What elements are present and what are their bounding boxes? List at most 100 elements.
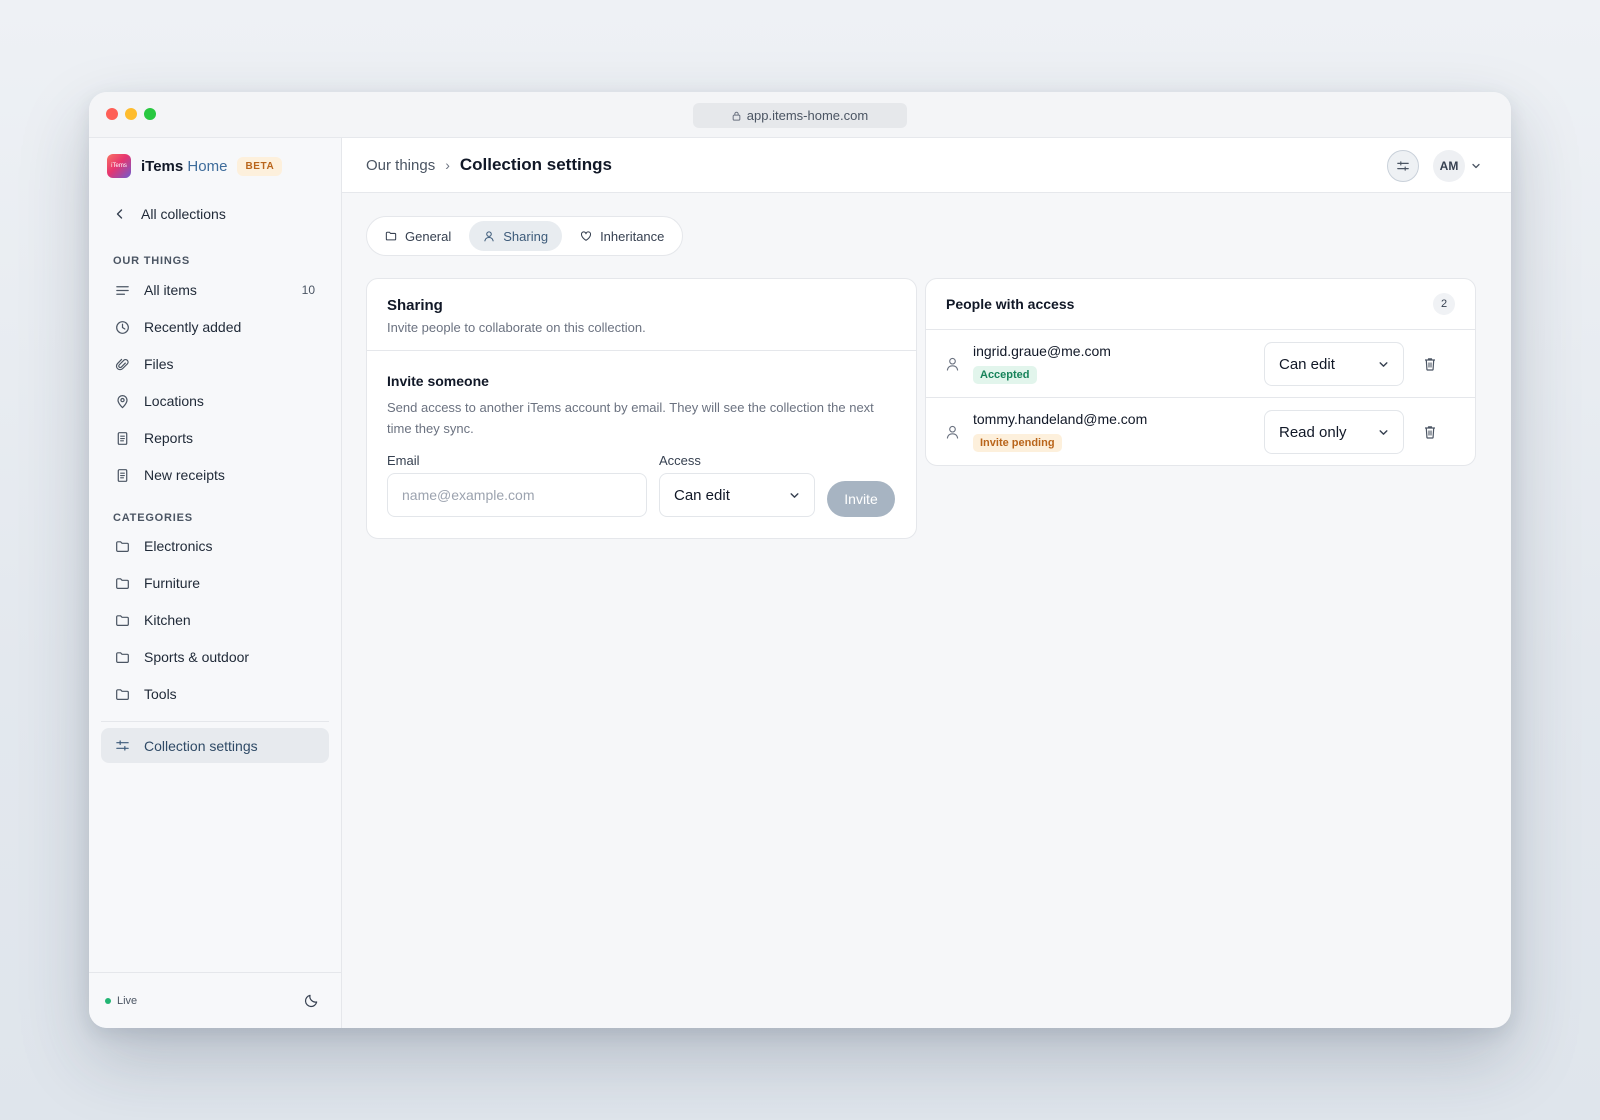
document-icon <box>115 431 130 446</box>
sidebar-item-label: Reports <box>144 430 194 446</box>
app-logo: iTems <box>107 154 131 178</box>
chevron-down-icon <box>1472 163 1480 169</box>
sidebar-item-label: Tools <box>144 686 177 702</box>
invite-form: Email Access Can edit Invite <box>387 453 897 523</box>
item-count: 10 <box>301 283 315 297</box>
tab-label: Sharing <box>503 228 549 244</box>
sharing-subtitle: Invite people to collaborate on this col… <box>387 320 646 335</box>
chevron-down-icon <box>790 492 799 498</box>
sidebar-item-label: All items <box>144 282 197 298</box>
sidebar-item-label: Kitchen <box>144 612 191 628</box>
status-badge: Invite pending <box>973 434 1062 452</box>
sidebar-item-label: New receipts <box>144 467 225 483</box>
brand[interactable]: iTems iTems Home BETA <box>107 154 283 178</box>
brand-name-accent: Home <box>187 157 228 175</box>
sidebar-item-collection-settings[interactable]: Collection settings <box>101 728 329 763</box>
moon-icon[interactable] <box>304 993 319 1008</box>
sidebar-divider <box>101 721 329 722</box>
folder-icon <box>115 687 130 702</box>
top-bar: Our things › Collection settings AM <box>342 138 1511 193</box>
person-access-select[interactable]: Can edit <box>1264 342 1404 386</box>
people-with-access-card: People with access 2 ingrid.graue@me.com… <box>925 278 1476 466</box>
people-title: People with access <box>946 296 1075 312</box>
sidebar-item-electronics[interactable]: Electronics <box>101 529 329 563</box>
sidebar-item-label: Electronics <box>144 538 213 554</box>
trash-icon[interactable] <box>1424 357 1436 371</box>
trash-icon[interactable] <box>1424 425 1436 439</box>
sharing-card-header: Sharing Invite people to collaborate on … <box>367 279 916 351</box>
sidebar-item-new-receipts[interactable]: New receipts <box>101 458 329 492</box>
live-status-label: Live <box>117 994 138 1007</box>
email-field[interactable] <box>387 473 647 517</box>
breadcrumb-separator: › <box>445 157 450 173</box>
sidebar-item-kitchen[interactable]: Kitchen <box>101 603 329 637</box>
sidebar-item-tools[interactable]: Tools <box>101 677 329 711</box>
access-select[interactable]: Can edit <box>659 473 815 517</box>
sliders-icon <box>115 738 130 753</box>
user-icon <box>946 425 959 439</box>
avatar: AM <box>1433 150 1465 182</box>
user-icon <box>946 357 959 371</box>
logo-text: iTems <box>111 163 127 169</box>
sidebar-item-furniture[interactable]: Furniture <box>101 566 329 600</box>
lock-icon <box>732 111 741 121</box>
sidebar-item-recently-added[interactable]: Recently added <box>101 310 329 344</box>
browser-window: app.items-home.com iTems iTems Home BETA… <box>89 92 1511 1028</box>
tab-sharing[interactable]: Sharing <box>469 221 563 251</box>
clock-icon <box>115 320 130 335</box>
list-item: ingrid.graue@me.com Accepted Can edit <box>926 330 1475 398</box>
user-icon <box>484 231 494 242</box>
tab-inheritance[interactable]: Inheritance <box>566 221 678 251</box>
sidebar-item-reports[interactable]: Reports <box>101 421 329 455</box>
folder-icon <box>115 539 130 554</box>
people-count-badge: 2 <box>1433 293 1455 315</box>
person-email: ingrid.graue@me.com <box>973 343 1111 359</box>
account-menu[interactable]: AM <box>1433 150 1481 182</box>
sliders-icon <box>1397 161 1409 171</box>
paperclip-icon <box>115 357 130 372</box>
sidebar-item-all-items[interactable]: All items 10 <box>101 273 329 307</box>
heart-icon <box>581 231 592 241</box>
person-access-select[interactable]: Read only <box>1264 410 1404 454</box>
invite-button[interactable]: Invite <box>827 481 895 517</box>
sidebar-item-files[interactable]: Files <box>101 347 329 381</box>
sidebar-item-label: Locations <box>144 393 204 409</box>
chevron-down-icon <box>1379 361 1388 367</box>
map-pin-icon <box>115 394 130 409</box>
back-to-collections-link[interactable]: All collections <box>114 206 226 222</box>
close-window-button[interactable] <box>106 108 118 120</box>
browser-titlebar: app.items-home.com <box>89 92 1511 138</box>
list-item: tommy.handeland@me.com Invite pending Re… <box>926 398 1475 466</box>
chevron-down-icon <box>1379 429 1388 435</box>
sidebar-item-locations[interactable]: Locations <box>101 384 329 418</box>
sharing-title: Sharing <box>387 297 443 314</box>
folder-icon <box>115 650 130 665</box>
invite-description: Send access to another iTems account by … <box>387 400 874 436</box>
sidebar-item-label: Sports & outdoor <box>144 649 250 665</box>
minimize-window-button[interactable] <box>125 108 137 120</box>
tab-label: General <box>405 228 452 244</box>
access-label: Access <box>659 453 701 468</box>
tab-general[interactable]: General <box>371 221 465 251</box>
chevron-left-icon <box>116 209 123 219</box>
maximize-window-button[interactable] <box>144 108 156 120</box>
main-content: Our things › Collection settings AM Gene… <box>342 138 1511 1028</box>
access-select-value: Can edit <box>674 486 730 504</box>
sidebar-footer: Live <box>89 972 341 1028</box>
live-status: Live <box>105 995 137 1007</box>
settings-toggle-button[interactable] <box>1387 150 1419 182</box>
breadcrumb-parent-link[interactable]: Our things <box>366 157 435 174</box>
live-status-dot <box>105 997 111 1004</box>
folder-icon <box>385 231 397 241</box>
folder-icon <box>115 613 130 628</box>
brand-name: iTems Home <box>141 158 227 175</box>
receipt-icon <box>115 468 130 483</box>
page-title: Collection settings <box>459 155 612 174</box>
sidebar-item-label: Furniture <box>144 575 201 591</box>
section-label-our-things: OUR THINGS <box>113 255 191 267</box>
invite-title: Invite someone <box>387 373 489 389</box>
person-email: tommy.handeland@me.com <box>973 411 1148 427</box>
sidebar-item-sports-outdoor[interactable]: Sports & outdoor <box>101 640 329 674</box>
address-bar[interactable]: app.items-home.com <box>693 103 907 128</box>
url-text: app.items-home.com <box>746 108 869 123</box>
